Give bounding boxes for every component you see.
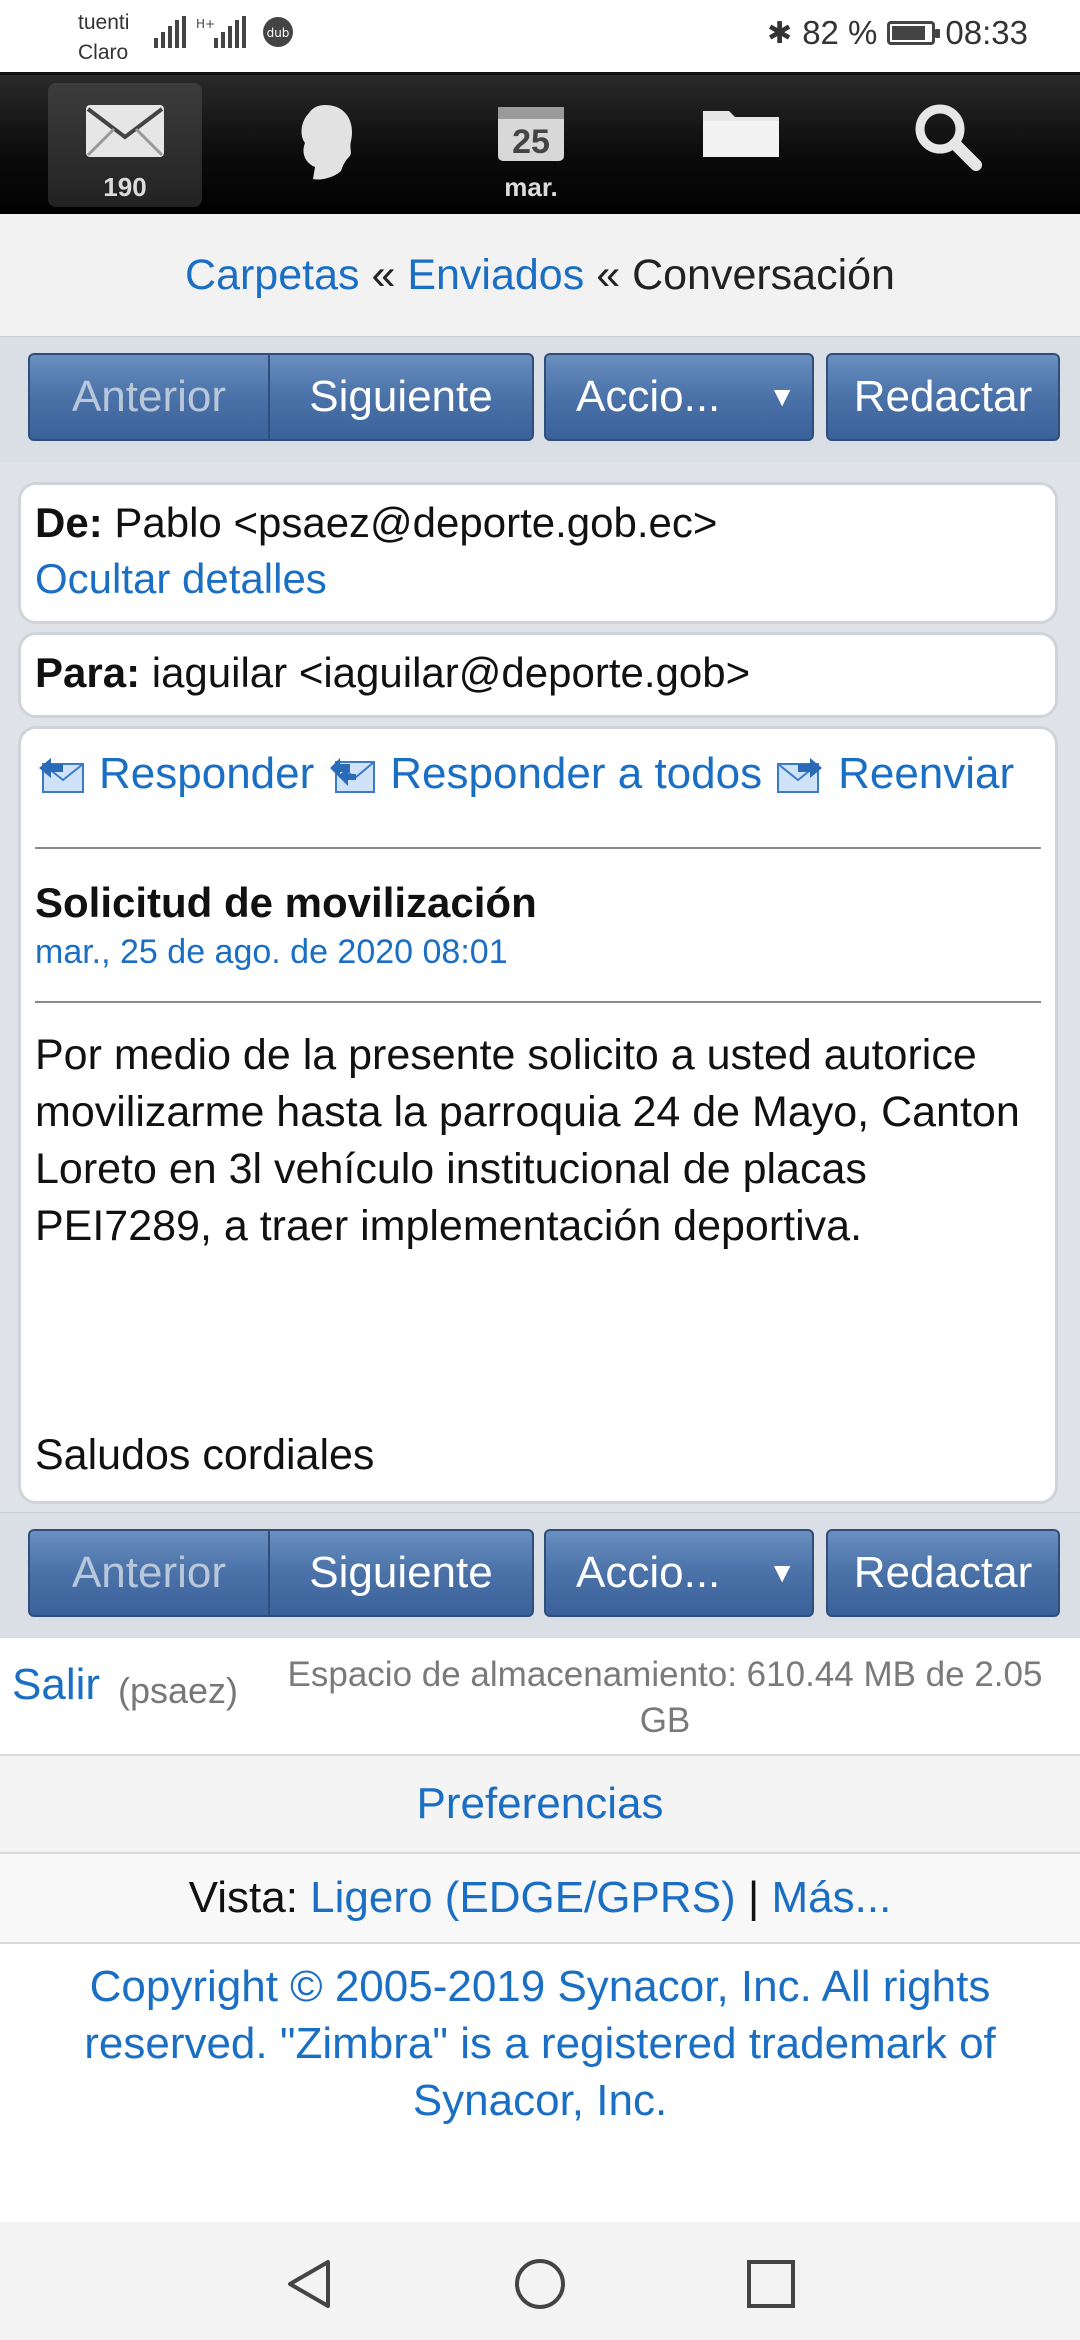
breadcrumb-separator: « [596,251,621,299]
nav-search[interactable] [870,83,1024,207]
actions-dropdown[interactable]: Accio... ▼ [544,353,814,441]
nav-mail[interactable]: 190 [48,83,202,207]
hide-details-link[interactable]: Ocultar detalles [35,555,327,603]
mail-count: 190 [103,172,147,202]
forward-label: Reenviar [838,749,1015,798]
battery-icon [887,21,941,45]
home-icon[interactable] [510,2256,570,2312]
logout-link[interactable]: Salir [12,1660,100,1710]
svg-text:dub: dub [267,26,290,40]
username: (psaez) [118,1670,239,1711]
reply-action[interactable]: Responder [37,749,314,799]
previous-button[interactable]: Anterior [28,1529,270,1617]
to-label: Para: [35,649,141,696]
reply-icon [39,758,84,793]
dropdown-arrow-icon: ▼ [768,1557,796,1588]
breadcrumb-separator: « [371,251,396,299]
message-date: mar., 25 de ago. de 2020 08:01 [35,933,508,971]
from-card: De: Pablo <psaez@deporte.gob.ec> Ocultar… [18,482,1058,624]
clock: 08:33 [945,14,1028,51]
reply-all-icon [330,758,376,793]
preferences-link[interactable]: Preferencias [416,1779,663,1828]
forward-action[interactable]: Reenviar [776,749,1014,799]
carrier-bottom: Claro [78,41,129,64]
calendar-label: mar. [504,172,558,202]
svg-text:H+: H+ [196,17,215,31]
status-bar: tuenti Claro H+ dub ✱ 82 % 08:33 [0,0,1080,72]
app-notification-icon: dub [263,17,293,47]
signal-icon [154,16,186,48]
compose-button[interactable]: Redactar [826,1529,1060,1617]
nav-calendar[interactable]: 25 mar. [454,83,608,207]
recents-icon[interactable] [740,2256,800,2312]
message-body: Por medio de la presente solicito a uste… [35,1031,1020,1250]
divider [35,847,1041,849]
message-signoff: Saludos cordiales [35,1431,375,1479]
mail-icon [86,105,164,157]
forward-icon [777,758,823,793]
battery-percent: 82 % [802,14,878,51]
message-area: De: Pablo <psaez@deporte.gob.ec> Ocultar… [0,462,1080,1522]
from-label: De: [35,499,103,546]
message-card: Responder Responder a todos Reenviar Sol… [18,726,1058,1504]
actions-dropdown[interactable]: Accio... ▼ [544,1529,814,1617]
toolbar-top: Anterior Siguiente Accio... ▼ Redactar [0,336,1080,464]
breadcrumb-current: Conversación [632,251,895,299]
from-value: Pablo <psaez@deporte.gob.ec> [114,499,718,546]
message-actions: Responder Responder a todos Reenviar [37,749,1028,799]
previous-button[interactable]: Anterior [28,353,270,441]
carrier-name: tuenti Claro [78,8,129,68]
storage-usage: Espacio de almacenamiento: 610.44 MB de … [287,1655,1043,1740]
reply-all-label: Responder a todos [390,749,763,798]
calendar-icon: 25 [498,107,564,161]
view-light-link[interactable]: Ligero (EDGE/GPRS) [310,1873,735,1922]
app-top-bar: 190 25 mar. [0,72,1080,217]
folder-icon [703,111,779,157]
view-more-link[interactable]: Más... [772,1873,892,1922]
copyright-text: Copyright © 2005-2019 Synacor, Inc. All … [84,1962,996,2125]
signal-4g-icon: H+ [196,16,246,48]
from-line: De: Pablo <psaez@deporte.gob.ec> [35,499,717,547]
carrier-top: tuenti [78,11,130,34]
bluetooth-icon: ✱ [767,16,793,50]
to-line: Para: iaguilar <iaguilar@deporte.gob> [35,649,750,697]
dropdown-arrow-icon: ▼ [768,381,796,412]
divider [35,1001,1041,1003]
breadcrumb-folders-link[interactable]: Carpetas [185,251,359,299]
reply-all-action[interactable]: Responder a todos [328,749,762,799]
compose-button[interactable]: Redactar [826,353,1060,441]
system-nav-bar [0,2222,1080,2340]
status-right: ✱ 82 % 08:33 [767,14,1028,52]
next-button[interactable]: Siguiente [268,1529,534,1617]
nav-contacts[interactable] [250,83,404,207]
account-row: Salir (psaez) Espacio de almacenamiento:… [0,1638,1080,1756]
view-row: Vista: Ligero (EDGE/GPRS) | Más... [0,1854,1080,1944]
view-label: Vista: [188,1873,298,1922]
actions-label: Accio... [576,1548,721,1597]
preferences-row: Preferencias [0,1756,1080,1854]
contact-head-icon [301,105,352,180]
actions-label: Accio... [576,372,721,421]
back-icon[interactable] [280,2256,340,2312]
to-card: Para: iaguilar <iaguilar@deporte.gob> [18,632,1058,718]
view-separator: | [747,1873,760,1922]
message-subject: Solicitud de movilización [35,879,537,926]
nav-files[interactable] [664,83,818,207]
to-value: iaguilar <iaguilar@deporte.gob> [151,649,751,696]
reply-label: Responder [99,749,315,798]
toolbar-bottom: Anterior Siguiente Accio... ▼ Redactar [0,1512,1080,1640]
svg-text:25: 25 [512,123,550,161]
breadcrumb: Carpetas « Enviados « Conversación [0,214,1080,338]
breadcrumb-sent-link[interactable]: Enviados [407,251,584,299]
search-icon [915,104,982,171]
next-button[interactable]: Siguiente [268,353,534,441]
